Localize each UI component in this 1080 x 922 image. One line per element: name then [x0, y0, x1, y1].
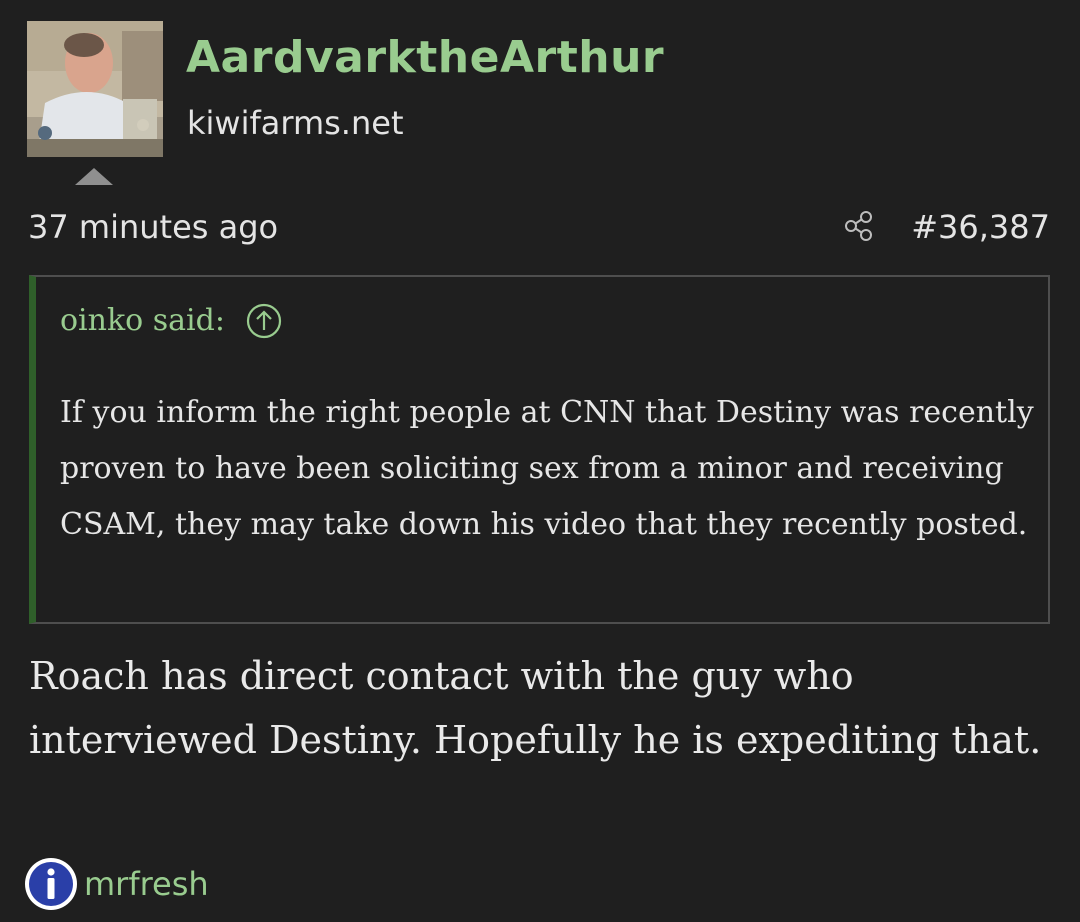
footer-user[interactable]: mrfresh [24, 857, 209, 911]
quote-author[interactable]: oinko said: [60, 297, 225, 345]
post-timestamp[interactable]: 37 minutes ago [28, 206, 278, 248]
info-icon [25, 858, 77, 910]
post-number-link[interactable]: #36,387 [911, 206, 1050, 248]
post-body: Roach has direct contact with the guy wh… [29, 654, 1042, 762]
post-author-username[interactable]: AardvarktheArthur [186, 30, 664, 86]
share-icon[interactable] [842, 209, 876, 243]
quote-attribution[interactable]: oinko said: [60, 297, 283, 345]
quote-block: oinko said: If you inform the right peop… [29, 275, 1050, 624]
user-avatar[interactable] [27, 21, 163, 157]
quote-text: If you inform the right people at CNN th… [60, 395, 1034, 542]
avatar-photo [27, 21, 163, 157]
arrow-up-circle-icon[interactable] [245, 302, 283, 340]
avatar-caret [75, 168, 113, 185]
footer-username[interactable]: mrfresh [84, 859, 209, 909]
post-author-site: kiwifarms.net [187, 104, 404, 142]
